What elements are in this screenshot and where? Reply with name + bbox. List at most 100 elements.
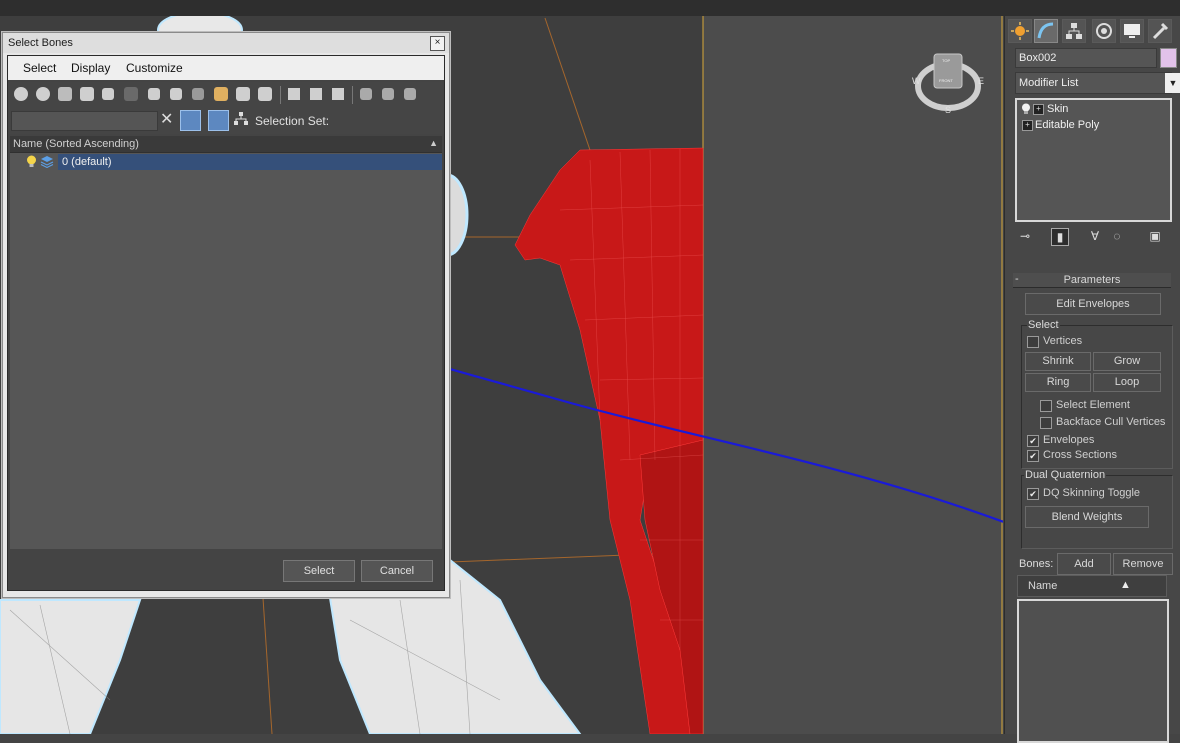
filter-toolbar xyxy=(8,82,444,108)
select-none-icon[interactable] xyxy=(310,88,322,100)
backface-cull-check[interactable] xyxy=(1040,417,1052,429)
viewcube-top-face[interactable]: TOP xyxy=(942,58,950,63)
search-input[interactable] xyxy=(11,111,158,131)
clear-search-icon[interactable]: ✕ xyxy=(160,111,174,129)
command-panel: Box002 Modifier List ▼ + Skin + Editable… xyxy=(1004,16,1180,743)
rollout-title: Parameters xyxy=(1063,274,1121,286)
display-frozen-icon[interactable] xyxy=(236,87,250,101)
toolbar-divider xyxy=(352,86,353,104)
tree-item-label: 0 (default) xyxy=(62,156,112,168)
grow-button[interactable]: Grow xyxy=(1093,352,1161,371)
display-geometry-icon[interactable] xyxy=(14,87,28,101)
vertices-check[interactable] xyxy=(1027,336,1039,348)
layer-stack-icon xyxy=(40,156,54,168)
viewcube-south[interactable]: S xyxy=(945,105,951,115)
bones-list[interactable] xyxy=(1017,599,1169,743)
display-tab-icon[interactable] xyxy=(1120,19,1144,43)
dialog-titlebar[interactable]: Select Bones × xyxy=(3,33,449,53)
filter-options-icon[interactable] xyxy=(382,88,394,100)
rollout-header[interactable]: - Parameters xyxy=(1013,273,1171,288)
remove-modifier-icon[interactable]: ◌ xyxy=(1109,228,1125,244)
sort-ascending-icon: ▲ xyxy=(429,138,438,148)
select-button[interactable]: Select xyxy=(283,560,355,582)
stack-item-label: Skin xyxy=(1047,103,1069,115)
add-bones-button[interactable]: Add xyxy=(1057,553,1111,575)
menu-display[interactable]: Display xyxy=(71,61,110,75)
lightbulb-icon[interactable] xyxy=(26,155,37,168)
display-lights-icon[interactable] xyxy=(58,87,72,101)
blend-weights-button[interactable]: Blend Weights xyxy=(1025,506,1149,528)
display-hidden-icon[interactable] xyxy=(258,87,272,101)
display-bones-icon[interactable] xyxy=(192,88,204,100)
display-spacewarps-icon[interactable] xyxy=(124,87,138,101)
hierarchy-tab-icon[interactable] xyxy=(1062,19,1086,43)
list-column-header[interactable]: Name (Sorted Ascending) ▲ xyxy=(10,136,442,153)
dialog-menubar: Select Display Customize xyxy=(8,56,444,80)
display-cameras-icon[interactable] xyxy=(80,87,94,101)
filter-funnel-icon[interactable] xyxy=(360,88,372,100)
display-xrefs-icon[interactable] xyxy=(170,88,182,100)
envelopes-check[interactable]: ✔ xyxy=(1027,435,1039,447)
backface-cull-label: Backface Cull Vertices xyxy=(1056,416,1166,428)
filter-toggle-icon[interactable] xyxy=(180,110,201,131)
display-helpers-icon[interactable] xyxy=(102,88,114,100)
column-options-icon[interactable] xyxy=(404,88,416,100)
modifier-list-dropdown[interactable]: Modifier List ▼ xyxy=(1015,72,1180,94)
dq-skinning-check[interactable]: ✔ xyxy=(1027,488,1039,500)
viewcube-west[interactable]: W xyxy=(912,76,921,86)
expand-icon[interactable]: + xyxy=(1022,120,1033,131)
cross-sections-label: Cross Sections xyxy=(1043,449,1117,461)
utilities-tab-icon[interactable] xyxy=(1148,19,1172,43)
selection-set-label: Selection Set: xyxy=(255,114,330,128)
menu-select[interactable]: Select xyxy=(23,61,56,75)
shrink-button[interactable]: Shrink xyxy=(1025,352,1091,371)
modifier-stack[interactable]: + Skin + Editable Poly xyxy=(1015,98,1172,222)
bones-list-header[interactable]: Name ▲ xyxy=(1017,575,1167,597)
stack-item-label: Editable Poly xyxy=(1035,119,1100,131)
make-unique-icon[interactable]: ∀ xyxy=(1087,228,1103,244)
toolbar-divider xyxy=(280,86,281,104)
object-name-field[interactable]: Box002 xyxy=(1015,48,1157,68)
expand-icon[interactable]: + xyxy=(1033,104,1044,115)
cross-sections-check[interactable]: ✔ xyxy=(1027,450,1039,462)
select-all-icon[interactable] xyxy=(288,88,300,100)
bones-name-column: Name xyxy=(1028,580,1058,592)
select-invert-icon[interactable] xyxy=(332,88,344,100)
motion-tab-icon[interactable] xyxy=(1092,19,1116,43)
edit-envelopes-button[interactable]: Edit Envelopes xyxy=(1025,293,1161,315)
create-tab-icon[interactable] xyxy=(1008,19,1032,43)
dual-quaternion-group-label: Dual Quaternion xyxy=(1024,469,1107,481)
menu-customize[interactable]: Customize xyxy=(126,61,183,75)
remove-bones-button[interactable]: Remove xyxy=(1113,553,1173,575)
layers-toggle-icon[interactable] xyxy=(208,110,229,131)
select-element-check[interactable] xyxy=(1040,400,1052,412)
display-containers-icon[interactable] xyxy=(214,87,228,101)
stack-item-skin[interactable]: + Skin xyxy=(1017,102,1170,117)
display-groups-icon[interactable] xyxy=(148,88,160,100)
ring-button[interactable]: Ring xyxy=(1025,373,1091,392)
stack-toolbar: ⊸ ▮ ∀ ◌ ▣ xyxy=(1013,226,1175,248)
show-end-result-icon[interactable]: ▮ xyxy=(1051,228,1069,246)
cancel-button[interactable]: Cancel xyxy=(361,560,433,582)
scene-tree[interactable]: 0 (default) xyxy=(10,153,442,549)
dq-skinning-label: DQ Skinning Toggle xyxy=(1043,487,1141,499)
stack-item-editable-poly[interactable]: + Editable Poly xyxy=(1017,118,1170,133)
chevron-down-icon[interactable]: ▼ xyxy=(1165,73,1180,93)
modify-tab-icon[interactable] xyxy=(1034,19,1058,43)
pin-stack-icon[interactable]: ⊸ xyxy=(1017,228,1033,244)
viewcube-front-face[interactable]: FRONT xyxy=(939,78,953,83)
sort-ascending-icon[interactable]: ▲ xyxy=(1120,579,1131,591)
tree-item-highlight xyxy=(58,154,442,170)
configure-sets-icon[interactable]: ▣ xyxy=(1147,228,1163,244)
display-shapes-icon[interactable] xyxy=(36,87,50,101)
top-strip xyxy=(0,0,1180,16)
dialog-button-bar: Select Cancel xyxy=(8,550,444,590)
tree-item[interactable]: 0 (default) xyxy=(10,154,442,170)
lightbulb-icon[interactable] xyxy=(1021,103,1031,115)
viewcube-east[interactable]: E xyxy=(978,76,984,86)
hierarchy-icon[interactable] xyxy=(234,112,248,126)
loop-button[interactable]: Loop xyxy=(1093,373,1161,392)
modifier-list-label: Modifier List xyxy=(1019,77,1079,89)
object-color-swatch[interactable] xyxy=(1160,48,1177,68)
dialog-close-button[interactable]: × xyxy=(430,36,445,51)
